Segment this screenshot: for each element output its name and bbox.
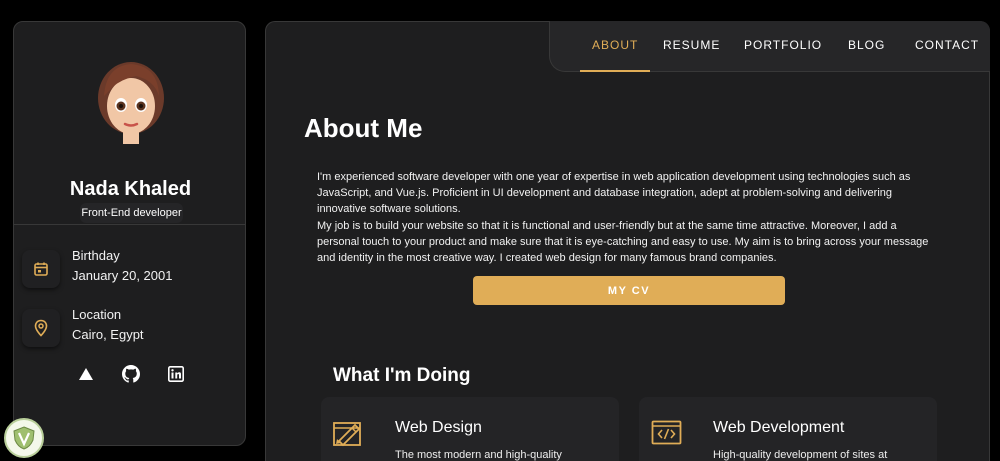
avatar xyxy=(98,62,164,144)
navbar: ABOUT RESUME PORTFOLIO BLOG CONTACT xyxy=(549,21,990,72)
design-icon xyxy=(333,422,361,447)
my-cv-button[interactable]: MY CV xyxy=(473,276,785,305)
about-paragraph: My job is to build your website so that … xyxy=(317,219,929,265)
service-card-web-development: Web Development High-quality development… xyxy=(639,397,937,461)
service-text: The most modern and high-quality xyxy=(395,449,562,461)
contact-title: Birthday xyxy=(72,248,120,263)
nav-resume[interactable]: RESUME xyxy=(663,38,720,52)
location-icon xyxy=(22,309,60,347)
triangle-icon[interactable] xyxy=(76,364,96,384)
service-card-web-design: Web Design The most modern and high-qual… xyxy=(321,397,619,461)
about-text: I'm experienced software developer with … xyxy=(317,169,937,266)
service-text: High-quality development of sites at xyxy=(713,449,888,461)
profile-name: Nada Khaled xyxy=(69,178,192,200)
page-title: About Me xyxy=(304,113,423,143)
nav-active-indicator xyxy=(580,70,650,72)
code-icon xyxy=(651,420,682,445)
services-title: What I'm Doing xyxy=(333,365,471,386)
nav-contact[interactable]: CONTACT xyxy=(915,38,979,52)
profile-role-badge: Front-End developer xyxy=(80,203,183,223)
main-content: ABOUT RESUME PORTFOLIO BLOG CONTACT Abou… xyxy=(265,21,990,461)
contact-value: January 20, 2001 xyxy=(72,268,173,283)
calendar-icon xyxy=(22,250,60,288)
service-title: Web Development xyxy=(713,419,845,436)
linkedin-icon[interactable] xyxy=(166,364,186,384)
contact-birthday: Birthday January 20, 2001 xyxy=(22,248,222,292)
about-paragraph: I'm experienced software developer with … xyxy=(317,171,911,216)
social-links xyxy=(76,364,186,384)
contact-value: Cairo, Egypt xyxy=(72,327,144,342)
sidebar-divider xyxy=(14,224,245,225)
service-title: Web Design xyxy=(395,419,482,436)
nav-portfolio[interactable]: PORTFOLIO xyxy=(744,38,822,52)
contact-title: Location xyxy=(72,307,122,322)
nav-blog[interactable]: BLOG xyxy=(848,38,885,52)
nav-about[interactable]: ABOUT xyxy=(592,38,638,52)
github-icon[interactable] xyxy=(121,364,141,384)
watermark-logo-icon xyxy=(4,418,44,458)
sidebar: Nada Khaled Front-End developer Birthday… xyxy=(13,21,246,446)
contact-location: Location Cairo, Egypt xyxy=(22,307,222,351)
